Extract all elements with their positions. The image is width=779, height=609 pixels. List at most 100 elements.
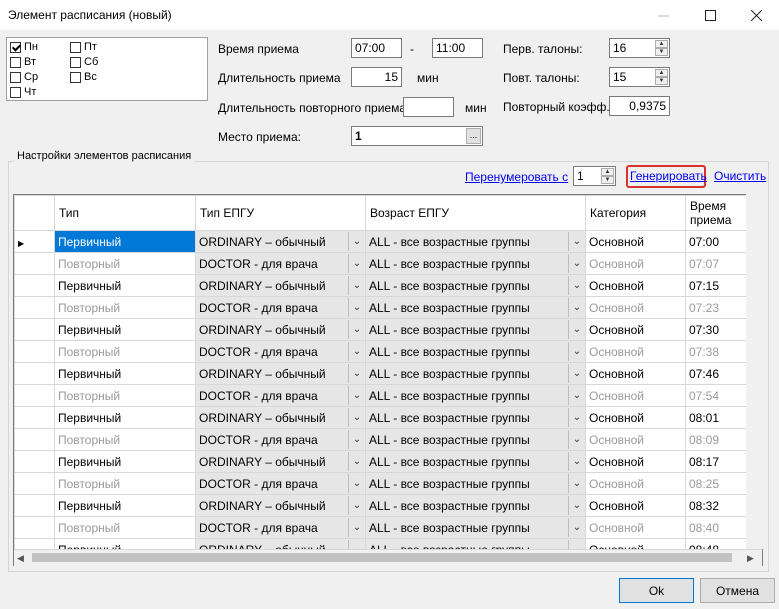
day-checkbox-wed[interactable]: Ср (10, 71, 38, 83)
row-header[interactable] (14, 406, 55, 429)
day-checkbox-fri[interactable]: Пт (70, 41, 97, 53)
column-header-type[interactable]: Тип (54, 195, 196, 231)
cell-type[interactable]: Первичный (54, 318, 196, 341)
chevron-down-icon[interactable]: ⌄ (568, 364, 585, 383)
cell-time[interactable]: 07:15 (685, 274, 756, 297)
cell-category[interactable]: Основной (585, 428, 686, 451)
row-header[interactable] (14, 472, 55, 495)
cell-category[interactable]: Основной (585, 296, 686, 319)
cell-epgu-age-combo[interactable]: ALL - все возрастные группы ⌄ (365, 340, 586, 363)
duration-input[interactable]: 15 (351, 67, 402, 87)
day-checkbox-thu[interactable]: Чт (10, 86, 36, 98)
cell-epgu-type-combo[interactable]: ORDINARY – обычный ⌄ (195, 494, 366, 517)
chevron-down-icon[interactable]: ⌄ (348, 298, 365, 317)
day-checkbox-mon[interactable]: Пн (10, 41, 38, 53)
cell-type[interactable]: Повторный (54, 428, 196, 451)
cell-category[interactable]: Основной (585, 472, 686, 495)
cell-type[interactable]: Первичный (54, 274, 196, 297)
cell-epgu-age-combo[interactable]: ALL - все возрастные группы ⌄ (365, 516, 586, 539)
chevron-down-icon[interactable]: ⌄ (348, 386, 365, 405)
cell-epgu-age-combo[interactable]: ALL - все возрастные группы ⌄ (365, 472, 586, 495)
day-checkbox-sun[interactable]: Вс (70, 71, 97, 83)
spin-up-icon[interactable]: ▲ (655, 69, 668, 77)
cell-epgu-age-combo[interactable]: ALL - все возрастные группы ⌄ (365, 296, 586, 319)
cell-epgu-type-combo[interactable]: DOCTOR - для врача ⌄ (195, 428, 366, 451)
row-header[interactable] (14, 384, 55, 407)
cell-epgu-age-combo[interactable]: ALL - все возрастные группы ⌄ (365, 450, 586, 473)
chevron-down-icon[interactable]: ⌄ (348, 518, 365, 537)
table-row[interactable]: ▶ Первичный ORDINARY – обычный ⌄ ALL - все в… (14, 230, 756, 253)
cell-type[interactable]: Первичный (54, 406, 196, 429)
cell-time[interactable]: 08:25 (685, 472, 756, 495)
chevron-down-icon[interactable]: ⌄ (348, 430, 365, 449)
chevron-down-icon[interactable]: ⌄ (568, 452, 585, 471)
column-header-category[interactable]: Категория (585, 195, 686, 231)
cell-time[interactable]: 07:38 (685, 340, 756, 363)
cell-category[interactable]: Основной (585, 450, 686, 473)
cell-time[interactable]: 08:09 (685, 428, 756, 451)
cell-time[interactable]: 08:17 (685, 450, 756, 473)
table-row[interactable]: Повторный DOCTOR - для врача ⌄ ALL - все во… (14, 516, 756, 539)
cell-time[interactable]: 07:30 (685, 318, 756, 341)
vertical-scrollbar[interactable] (746, 194, 763, 549)
cell-category[interactable]: Основной (585, 340, 686, 363)
time-to-input[interactable]: 11:00 (432, 38, 483, 58)
cell-epgu-type-combo[interactable]: DOCTOR - для врача ⌄ (195, 252, 366, 275)
cell-time[interactable]: 08:01 (685, 406, 756, 429)
spin-buttons[interactable]: ▲ ▼ (655, 40, 668, 56)
scroll-thumb[interactable] (32, 553, 732, 562)
row-header[interactable] (14, 340, 55, 363)
horizontal-scrollbar[interactable]: ◀ ▶ (14, 549, 762, 566)
repeat-coef-input[interactable]: 0,9375 (609, 96, 670, 116)
cancel-button[interactable]: Отмена (700, 578, 775, 603)
chevron-down-icon[interactable]: ⌄ (568, 408, 585, 427)
table-row[interactable]: Повторный DOCTOR - для врача ⌄ ALL - все во… (14, 472, 756, 495)
cell-category[interactable]: Основной (585, 252, 686, 275)
cell-category[interactable]: Основной (585, 384, 686, 407)
chevron-down-icon[interactable]: ⌄ (348, 232, 365, 251)
cell-epgu-age-combo[interactable]: ALL - все возрастные группы ⌄ (365, 384, 586, 407)
column-header-epgu-age[interactable]: Возраст ЕПГУ (365, 195, 586, 231)
chevron-down-icon[interactable]: ⌄ (348, 276, 365, 295)
cell-epgu-age-combo[interactable]: ALL - все возрастные группы ⌄ (365, 252, 586, 275)
cell-epgu-type-combo[interactable]: ORDINARY – обычный ⌄ (195, 362, 366, 385)
cell-epgu-type-combo[interactable]: ORDINARY – обычный ⌄ (195, 230, 366, 253)
renumber-stepper[interactable]: 1 ▲ ▼ (573, 166, 616, 186)
cell-epgu-type-combo[interactable]: DOCTOR - для врача ⌄ (195, 516, 366, 539)
chevron-down-icon[interactable]: ⌄ (568, 386, 585, 405)
cell-time[interactable]: 08:32 (685, 494, 756, 517)
chevron-down-icon[interactable]: ⌄ (568, 232, 585, 251)
row-header[interactable] (14, 450, 55, 473)
cell-type[interactable]: Первичный (54, 494, 196, 517)
cell-epgu-age-combo[interactable]: ALL - все возрастные группы ⌄ (365, 428, 586, 451)
chevron-down-icon[interactable]: ⌄ (568, 298, 585, 317)
cell-epgu-age-combo[interactable]: ALL - все возрастные группы ⌄ (365, 406, 586, 429)
place-input[interactable]: 1 (351, 126, 483, 146)
cell-type[interactable]: Первичный (54, 362, 196, 385)
table-row[interactable]: Повторный DOCTOR - для врача ⌄ ALL - все во… (14, 428, 756, 451)
cell-time[interactable]: 07:00 (685, 230, 756, 253)
table-row[interactable]: ПервичныйORDINARY – обычный⌄ALL - все во… (14, 406, 756, 429)
chevron-down-icon[interactable]: ⌄ (568, 518, 585, 537)
cell-epgu-age-combo[interactable]: ALL - все возрастные группы ⌄ (365, 230, 586, 253)
cell-type[interactable]: Первичный (54, 230, 196, 253)
clear-link[interactable]: Очистить (714, 169, 766, 183)
maximize-button[interactable] (688, 0, 732, 30)
chevron-down-icon[interactable]: ⌄ (348, 342, 365, 361)
table-row[interactable]: ПервичныйORDINARY – обычный⌄ALL - все во… (14, 274, 756, 297)
spin-up-icon[interactable]: ▲ (601, 168, 614, 176)
cell-epgu-age-combo[interactable]: ALL - все возрастные группы ⌄ (365, 494, 586, 517)
table-row[interactable]: ПервичныйORDINARY – обычный⌄ALL - все во… (14, 494, 756, 517)
schedule-grid[interactable]: Тип Тип ЕПГУ Возраст ЕПГУ Категория Врем… (13, 194, 763, 566)
chevron-down-icon[interactable]: ⌄ (568, 496, 585, 515)
cell-time[interactable]: 07:07 (685, 252, 756, 275)
table-row[interactable]: ПервичныйORDINARY – обычный⌄ALL - все во… (14, 318, 756, 341)
cell-category[interactable]: Основной (585, 318, 686, 341)
cell-type[interactable]: Первичный (54, 450, 196, 473)
day-checkbox-tue[interactable]: Вт (10, 56, 36, 68)
first-tickets-stepper[interactable]: 16 ▲ ▼ (609, 38, 670, 58)
scroll-left-icon[interactable]: ◀ (17, 553, 24, 564)
cell-type[interactable]: Повторный (54, 340, 196, 363)
chevron-down-icon[interactable]: ⌄ (348, 408, 365, 427)
chevron-down-icon[interactable]: ⌄ (348, 452, 365, 471)
